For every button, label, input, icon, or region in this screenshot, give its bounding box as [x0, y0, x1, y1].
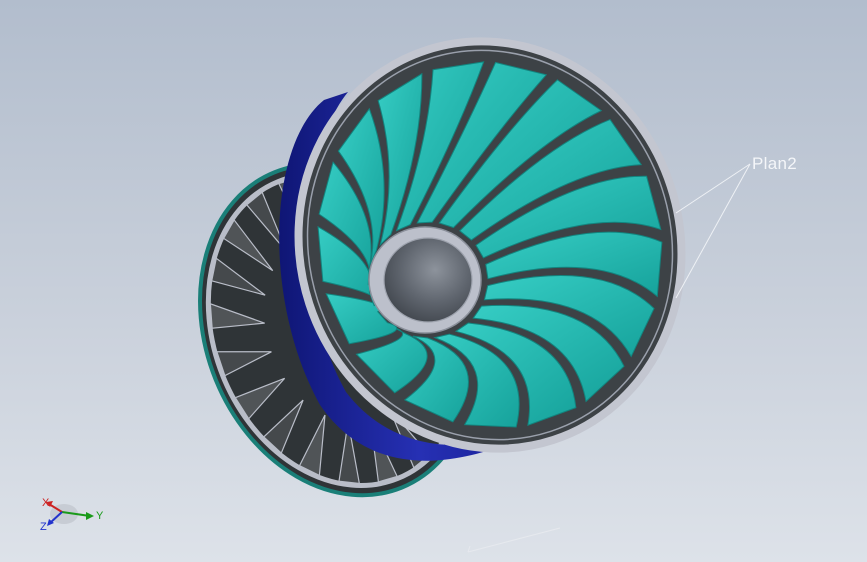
plane-label-plan2[interactable]: Plan2 [752, 154, 797, 174]
triad-y-label: Y [96, 510, 104, 522]
hub [368, 226, 482, 334]
triad-x-label: X [42, 497, 50, 509]
cad-viewport[interactable]: Plan2 X Y Z [0, 0, 867, 562]
turbine-model[interactable] [0, 0, 867, 562]
triad-z-label: Z [40, 521, 47, 533]
orientation-triad[interactable]: X Y Z [36, 490, 106, 536]
